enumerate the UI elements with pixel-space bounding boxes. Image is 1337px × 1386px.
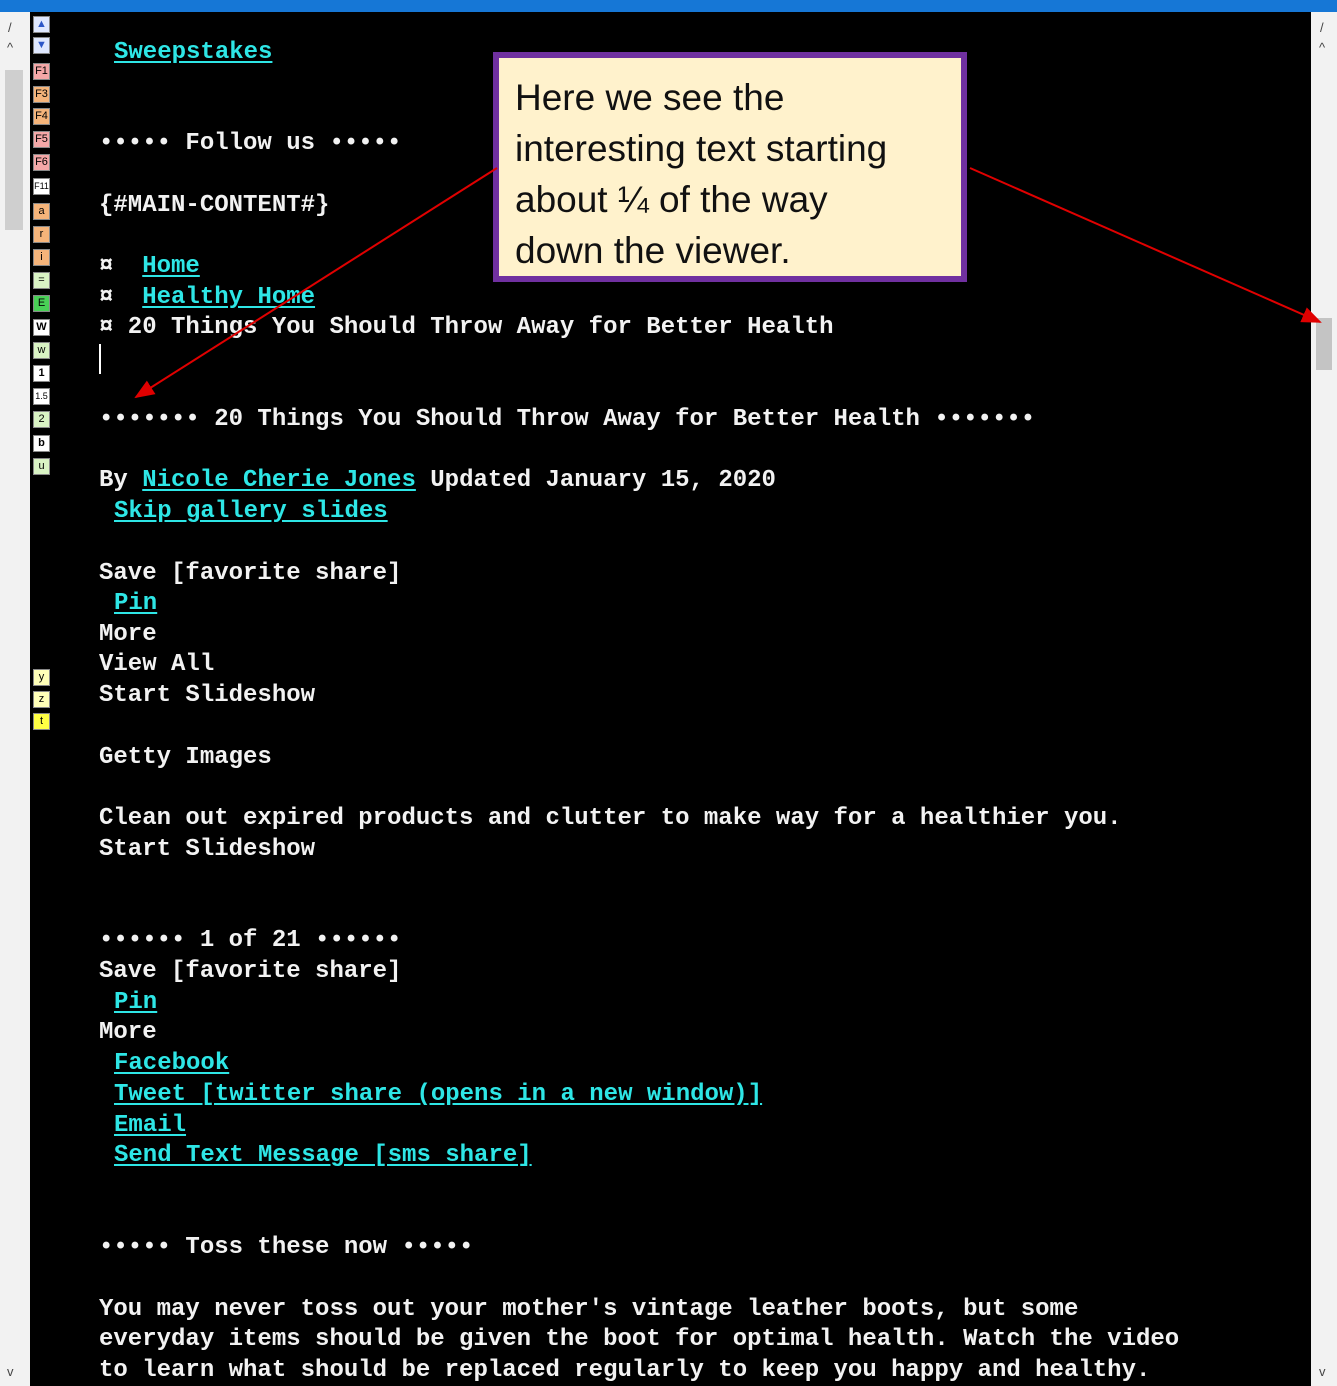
f4-button[interactable]: F4 — [33, 108, 50, 125]
w-bold-button[interactable]: W — [33, 319, 50, 336]
breadcrumb-current: ¤ 20 Things You Should Throw Away for Be… — [99, 314, 834, 341]
sweepstakes-link[interactable]: Sweepstakes — [114, 38, 272, 68]
annotation-callout: Here we see the interesting text startin… — [493, 52, 967, 282]
left-scroll-up-icon[interactable]: ^ — [7, 40, 13, 55]
more-label-2: More — [99, 1019, 157, 1046]
home-link[interactable]: Home — [142, 253, 200, 280]
left-scroll-thumb[interactable] — [5, 70, 23, 230]
right-gutter-slash: / — [1320, 20, 1324, 35]
equals-button[interactable]: = — [33, 272, 50, 289]
paragraph-line-2: everyday items should be given the boot … — [99, 1326, 1180, 1353]
slide-count: •••••• 1 of 21 •••••• — [99, 927, 402, 954]
title-bar — [0, 0, 1337, 12]
save-share-label: Save [favorite share] — [99, 560, 402, 587]
facebook-link[interactable]: Facebook — [114, 1049, 229, 1079]
w-light-button[interactable]: w — [33, 342, 50, 359]
paragraph-line-1: You may never toss out your mother's vin… — [99, 1296, 1079, 1323]
r-button[interactable]: r — [33, 226, 50, 243]
follow-us-heading: ••••• Follow us ••••• — [99, 130, 402, 157]
toss-heading: ••••• Toss these now ••••• — [99, 1234, 474, 1261]
right-scrollbar[interactable]: / ^ v — [1311, 12, 1337, 1386]
z-button[interactable]: z — [33, 691, 50, 708]
callout-line-2: interesting text starting — [515, 128, 888, 169]
underline-button[interactable]: u — [33, 458, 50, 475]
email-link[interactable]: Email — [114, 1111, 186, 1141]
start-slideshow-label: Start Slideshow — [99, 682, 316, 709]
a-button[interactable]: a — [33, 203, 50, 220]
bold-button[interactable]: b — [33, 435, 50, 452]
skip-gallery-link[interactable]: Skip gallery slides — [114, 497, 388, 527]
f3-button[interactable]: F3 — [33, 86, 50, 103]
scroll-bottom-button[interactable]: ▼ — [33, 37, 50, 54]
text-cursor — [99, 344, 101, 374]
tweet-link[interactable]: Tweet [twitter share (opens in a new win… — [114, 1080, 762, 1110]
intro-text: Clean out expired products and clutter t… — [99, 805, 1122, 832]
left-gutter-slash: / — [8, 20, 12, 35]
f6-button[interactable]: F6 — [33, 154, 50, 171]
spacing-1-button[interactable]: 1 — [33, 365, 50, 382]
e-button[interactable]: E — [33, 295, 50, 312]
byline: By Nicole Cherie Jones Updated January 1… — [99, 467, 776, 494]
f11-button[interactable]: F11 — [33, 178, 50, 195]
right-scroll-thumb[interactable] — [1316, 318, 1332, 370]
callout-line-3: about ¼ of the way — [515, 179, 828, 220]
right-scroll-down-icon[interactable]: v — [1319, 1364, 1326, 1379]
breadcrumb-healthy-home: ¤ Healthy Home — [99, 284, 316, 311]
viewer-toolbar: ▲ ▼ F1 F3 F4 F5 F6 F11 a r i = E W w 1 1… — [33, 12, 51, 732]
pin-link[interactable]: Pin — [114, 589, 157, 619]
i-button[interactable]: i — [33, 249, 50, 266]
pin-link-2[interactable]: Pin — [114, 988, 157, 1018]
callout-line-1: Here we see the — [515, 77, 785, 118]
spacing-2-button[interactable]: 2 — [33, 411, 50, 428]
f1-button[interactable]: F1 — [33, 63, 50, 80]
getty-images-label: Getty Images — [99, 744, 272, 771]
callout-line-4: down the viewer. — [515, 230, 791, 271]
save-share-label-2: Save [favorite share] — [99, 958, 402, 985]
more-label: More — [99, 621, 157, 648]
spacing-1-5-button[interactable]: 1.5 — [33, 388, 50, 405]
t-button[interactable]: t — [33, 713, 50, 730]
scroll-top-button[interactable]: ▲ — [33, 16, 50, 33]
main-content-marker: {#MAIN-CONTENT#} — [99, 192, 330, 219]
right-scroll-up-icon[interactable]: ^ — [1319, 40, 1325, 55]
article-heading: ••••••• 20 Things You Should Throw Away … — [99, 406, 1036, 433]
f5-button[interactable]: F5 — [33, 131, 50, 148]
send-text-link[interactable]: Send Text Message [sms share] — [114, 1141, 532, 1171]
left-scrollbar[interactable]: / ^ v — [0, 12, 30, 1386]
paragraph-line-3: to learn what should be replaced regular… — [99, 1357, 1151, 1384]
view-all-label: View All — [99, 651, 215, 678]
author-link[interactable]: Nicole Cherie Jones — [142, 467, 416, 494]
healthy-home-link[interactable]: Healthy Home — [142, 284, 315, 311]
breadcrumb-home: ¤ Home — [99, 253, 200, 280]
y-button[interactable]: y — [33, 669, 50, 686]
left-scroll-down-icon[interactable]: v — [7, 1364, 14, 1379]
start-slideshow-label-2: Start Slideshow — [99, 836, 316, 863]
